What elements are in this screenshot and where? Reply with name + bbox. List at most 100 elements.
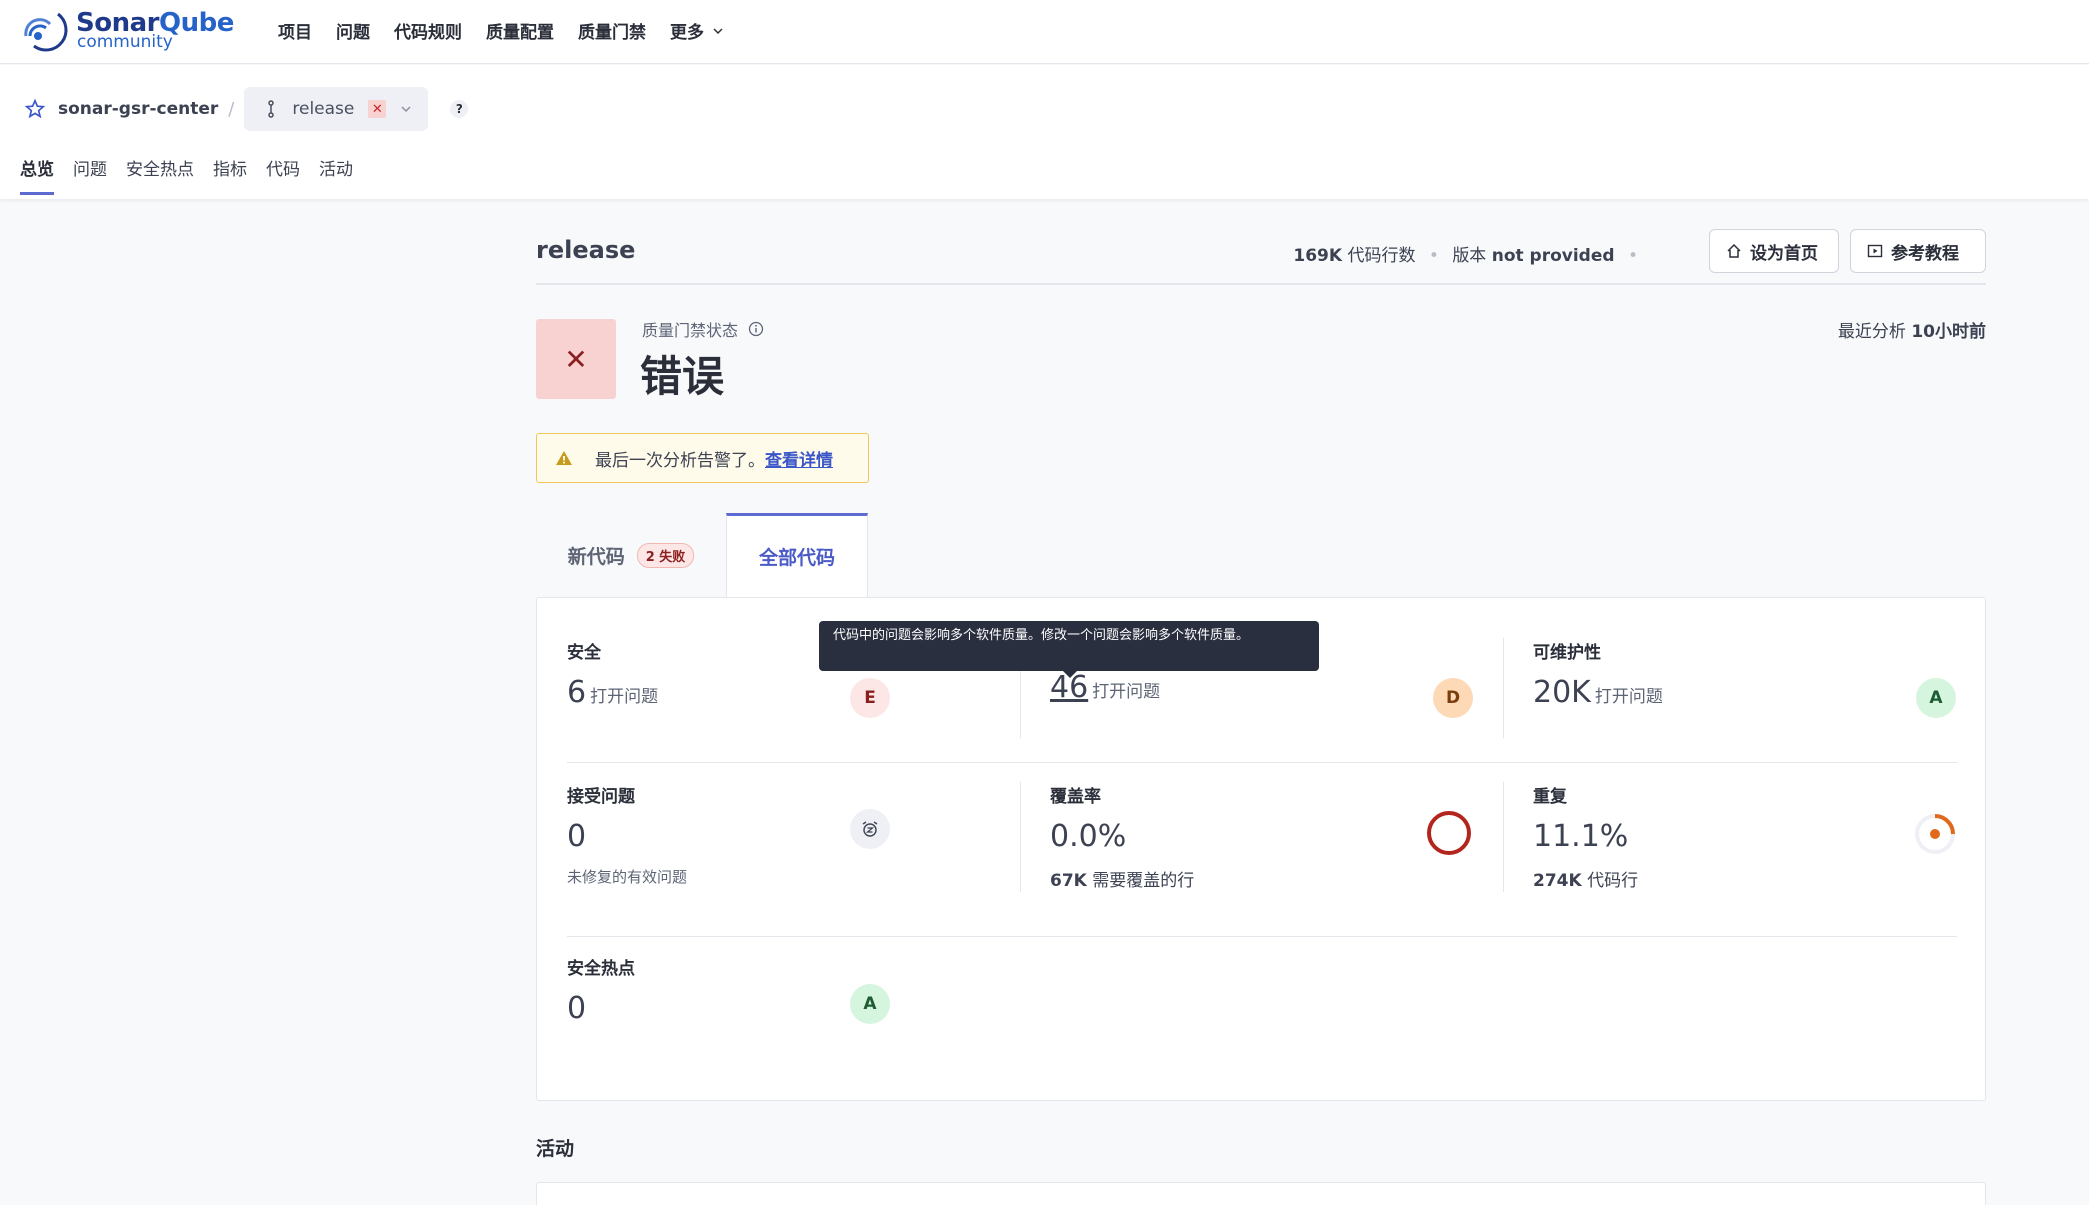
tab-security-hotspots[interactable]: 安全热点 (126, 155, 194, 195)
duplication-metric: 重复 11.1% 274K 代码行 (1533, 782, 1638, 891)
maintainability-rating[interactable]: A (1916, 678, 1956, 718)
project-tabs: 总览 问题 安全热点 指标 代码 活动 (20, 155, 353, 195)
maintainability-metric: 可维护性 20K 打开问题 (1533, 638, 1663, 710)
tab-new-code[interactable]: 新代码 2 失败 (536, 513, 726, 597)
branch-icon (268, 100, 275, 118)
tab-overview[interactable]: 总览 (20, 155, 54, 195)
quality-gate-label: 质量门禁状态 (642, 317, 764, 341)
branch-failed-icon: ✕ (368, 100, 387, 118)
warning-icon (556, 451, 572, 465)
menu-more-label: 更多 (670, 23, 704, 43)
activity-title: 活动 (536, 1138, 575, 1160)
tutorial-button[interactable]: 参考教程 (1850, 229, 1986, 273)
maintainability-unit: 打开问题 (1594, 687, 1663, 707)
column-divider (1503, 638, 1504, 738)
security-hotspots-metric: 安全热点 0 (567, 954, 635, 1026)
duplication-value[interactable]: 11.1% (1533, 819, 1638, 854)
tab-new-code-label: 新代码 (567, 545, 625, 568)
loc-value: 169K (1293, 246, 1343, 266)
column-divider (1020, 782, 1021, 892)
branch-selector[interactable]: release ✕ (244, 87, 429, 131)
help-icon[interactable]: ? (450, 100, 469, 118)
reliability-unit: 打开问题 (1092, 682, 1161, 702)
project-name-link[interactable]: sonar-gsr-center (58, 99, 218, 119)
warning-details-link[interactable]: 查看详情 (765, 451, 833, 471)
accepted-issues-value[interactable]: 0 (567, 819, 687, 854)
security-unit: 打开问题 (590, 687, 659, 707)
last-analysis-value: 10小时前 (1911, 322, 1986, 342)
menu-issues[interactable]: 问题 (336, 18, 370, 43)
column-divider (1503, 782, 1504, 892)
accepted-issues-metric: 接受问题 0 未修复的有效问题 (567, 782, 687, 887)
menu-quality-gates[interactable]: 质量门禁 (578, 18, 646, 43)
failed-conditions-badge: 2 失败 (636, 542, 695, 568)
header-divider (536, 283, 1986, 285)
metrics-card: 安全 6 打开问题 E 46 打开问题 D 可维护性 20K 打开问题 A 接受问题 … (536, 597, 1986, 1101)
duplication-sub-label: 代码行 (1587, 871, 1639, 891)
tab-code[interactable]: 代码 (266, 155, 300, 195)
duplication-title: 重复 (1533, 787, 1567, 807)
set-home-button[interactable]: 设为首页 (1709, 229, 1839, 273)
last-analysis-label: 最近分析 (1837, 322, 1906, 342)
tab-measures[interactable]: 指标 (213, 155, 247, 195)
reliability-tooltip: 代码中的问题会影响多个软件质量。修改一个问题会影响多个软件质量。 (819, 621, 1319, 678)
tab-activity[interactable]: 活动 (319, 155, 353, 195)
warning-text: 最后一次分析告警了。查看详情 (595, 446, 833, 471)
version-label: 版本 (1452, 246, 1487, 266)
tab-overall-code[interactable]: 全部代码 (726, 513, 868, 597)
accepted-issues-sub: 未修复的有效问题 (567, 868, 688, 886)
main-menu: 项目 问题 代码规则 质量配置 质量门禁 更多 (278, 18, 724, 43)
security-rating[interactable]: E (850, 678, 890, 718)
chevron-down-icon (713, 27, 723, 34)
quality-gate-status: 错误 (640, 352, 725, 401)
menu-more[interactable]: 更多 (670, 18, 724, 43)
row-divider (567, 762, 1957, 763)
branch-title: release (536, 236, 636, 264)
info-icon[interactable] (748, 321, 764, 337)
coverage-title: 覆盖率 (1050, 787, 1101, 807)
coverage-donut-icon (1427, 811, 1471, 855)
menu-projects[interactable]: 项目 (278, 18, 312, 43)
duplication-lines[interactable]: 274K (1533, 871, 1582, 891)
warning-message: 最后一次分析告警了。 (595, 450, 765, 471)
reliability-rating[interactable]: D (1433, 678, 1473, 718)
security-hotspots-title: 安全热点 (567, 959, 635, 979)
menu-quality-profiles[interactable]: 质量配置 (486, 18, 554, 43)
security-hotspots-value[interactable]: 0 (567, 991, 635, 1026)
maintainability-count[interactable]: 20K (1533, 675, 1591, 710)
loc-label: 代码行数 (1347, 246, 1416, 266)
analysis-warning: 最后一次分析告警了。查看详情 (536, 433, 869, 483)
favorite-star-icon[interactable] (24, 98, 46, 120)
project-meta: 169K 代码行数 • 版本 not provided • (1293, 241, 1646, 266)
top-navbar: SonarQube community 项目 问题 代码规则 质量配置 质量门禁… (0, 0, 2089, 64)
sonarqube-logo[interactable]: SonarQube community (24, 6, 234, 54)
activity-panel (536, 1182, 1986, 1205)
accepted-issues-title: 接受问题 (567, 787, 635, 807)
last-analysis: 最近分析 10小时前 (1838, 317, 1986, 342)
security-hotspots-rating[interactable]: A (850, 984, 890, 1024)
project-header: sonar-gsr-center / release ✕ ? 总览 问题 安全热… (0, 65, 2089, 199)
duplication-sub: 274K 代码行 (1533, 866, 1638, 891)
version-value: not provided (1491, 246, 1615, 266)
play-icon (1867, 244, 1883, 258)
coverage-lines-to-cover[interactable]: 67K (1050, 871, 1087, 891)
alarm-clock-icon (850, 809, 890, 849)
branch-name: release (292, 99, 355, 119)
security-metric: 安全 6 打开问题 (567, 638, 658, 710)
breadcrumb-separator: / (228, 98, 235, 120)
logo-text: SonarQube community (76, 8, 234, 52)
tutorial-label: 参考教程 (1891, 243, 1959, 264)
meta-separator: • (1627, 246, 1638, 266)
menu-rules[interactable]: 代码规则 (394, 18, 462, 43)
sonar-waves-icon (24, 12, 68, 52)
maintainability-value: 20K 打开问题 (1533, 675, 1663, 710)
breadcrumb: sonar-gsr-center / release ✕ ? (24, 87, 469, 131)
coverage-sub-label: 需要覆盖的行 (1092, 871, 1195, 891)
quality-gate-status-icon: ✕ (536, 319, 616, 399)
coverage-sub: 67K 需要覆盖的行 (1050, 866, 1194, 891)
coverage-value[interactable]: 0.0% (1050, 819, 1194, 854)
security-value: 6 打开问题 (567, 675, 658, 710)
tab-issues[interactable]: 问题 (73, 155, 107, 195)
duplication-gauge-icon (1915, 814, 1955, 854)
security-count[interactable]: 6 (567, 675, 586, 710)
